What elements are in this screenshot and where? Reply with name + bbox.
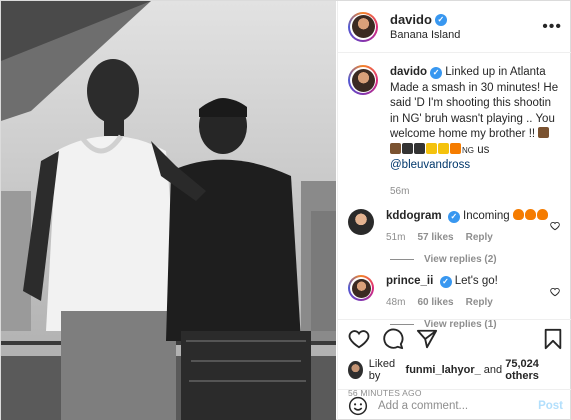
post-side-panel: davido ✓ Banana Island ••• davido ✓ Linke… bbox=[337, 1, 571, 420]
fire-emoji-icon bbox=[524, 209, 536, 220]
comment-time[interactable]: 48m bbox=[386, 297, 405, 308]
liker-avatar[interactable] bbox=[348, 361, 363, 379]
verified-badge-icon: ✓ bbox=[447, 211, 460, 223]
comment-likes[interactable]: 60 likes bbox=[417, 297, 453, 308]
comment-bubble-icon[interactable] bbox=[382, 328, 404, 350]
caption-us-text: us bbox=[474, 143, 490, 156]
post-header: davido ✓ Banana Island ••• bbox=[338, 1, 571, 53]
fire-emoji-icon bbox=[512, 209, 524, 220]
face-emoji-icon bbox=[426, 142, 437, 154]
share-icon[interactable] bbox=[416, 328, 438, 350]
instagram-post: davido ✓ Banana Island ••• davido ✓ Linke… bbox=[0, 0, 571, 420]
liker-username[interactable]: funmi_lahyor_ bbox=[406, 364, 481, 376]
comment-input[interactable]: Add a comment... bbox=[378, 400, 538, 412]
clapper-emoji-icon bbox=[402, 142, 413, 154]
caption-username[interactable]: davido bbox=[390, 66, 427, 78]
caption-flag-text: NG bbox=[462, 145, 474, 155]
heart-icon[interactable] bbox=[550, 221, 560, 231]
fire-emoji-icon bbox=[450, 142, 461, 154]
post-photo[interactable] bbox=[1, 1, 336, 420]
comment-username[interactable]: kddogram bbox=[386, 210, 442, 222]
comment-likes[interactable]: 57 likes bbox=[417, 232, 453, 243]
comment-item: kddogram ✓ Incoming 51m 57 likes Reply bbox=[338, 199, 571, 243]
verified-badge-icon: ✓ bbox=[439, 276, 452, 288]
heart-icon[interactable] bbox=[550, 287, 560, 297]
post-actions: Liked by funmi_lahyor_ and 75,024 others… bbox=[338, 319, 571, 398]
reply-button[interactable]: Reply bbox=[466, 232, 493, 243]
commenter-avatar[interactable] bbox=[348, 275, 374, 301]
more-options-icon[interactable]: ••• bbox=[542, 18, 562, 36]
comment-text: Let's go! bbox=[454, 275, 498, 287]
commenter-avatar[interactable] bbox=[348, 209, 374, 235]
comment-time[interactable]: 51m bbox=[386, 232, 405, 243]
emoji-icon bbox=[538, 127, 550, 138]
likes-count[interactable]: 75,024 others bbox=[505, 358, 563, 382]
author-username[interactable]: davido bbox=[390, 12, 432, 27]
clapper-emoji-icon bbox=[414, 142, 425, 154]
emoji-icon bbox=[390, 142, 401, 154]
verified-badge-icon: ✓ bbox=[430, 67, 443, 79]
comment-username[interactable]: prince_ii bbox=[386, 275, 433, 287]
caption-avatar[interactable] bbox=[348, 65, 378, 95]
author-avatar[interactable] bbox=[348, 11, 378, 42]
mention-link[interactable]: @bleuvandross bbox=[390, 159, 470, 171]
post-location[interactable]: Banana Island bbox=[390, 29, 542, 41]
like-heart-icon[interactable] bbox=[348, 328, 370, 350]
caption-time[interactable]: 56m bbox=[390, 184, 562, 200]
fire-emoji-icon bbox=[536, 209, 548, 220]
comment-text: Incoming bbox=[463, 210, 513, 222]
verified-badge-icon: ✓ bbox=[434, 13, 447, 26]
liked-by-row: Liked by funmi_lahyor_ and 75,024 others bbox=[348, 358, 563, 382]
post-comment-button[interactable]: Post bbox=[538, 400, 563, 412]
post-caption: davido ✓ Linked up in Atlanta Made a smas… bbox=[338, 53, 571, 199]
emoji-smiley-icon[interactable] bbox=[348, 396, 368, 416]
bookmark-icon[interactable] bbox=[543, 328, 563, 350]
reply-button[interactable]: Reply bbox=[466, 297, 493, 308]
view-replies-button[interactable]: View replies (2) bbox=[390, 254, 571, 265]
replies-divider bbox=[390, 259, 414, 260]
add-comment-bar: Add a comment... Post bbox=[338, 389, 571, 420]
liked-by-prefix: Liked by bbox=[368, 358, 396, 382]
face-emoji-icon bbox=[438, 142, 449, 154]
photo-illustration bbox=[1, 1, 336, 420]
liked-by-and: and bbox=[483, 364, 503, 376]
comment-item: prince_ii ✓ Let's go! 48m 60 likes Reply bbox=[338, 265, 571, 308]
view-replies-label: View replies (2) bbox=[424, 254, 497, 265]
